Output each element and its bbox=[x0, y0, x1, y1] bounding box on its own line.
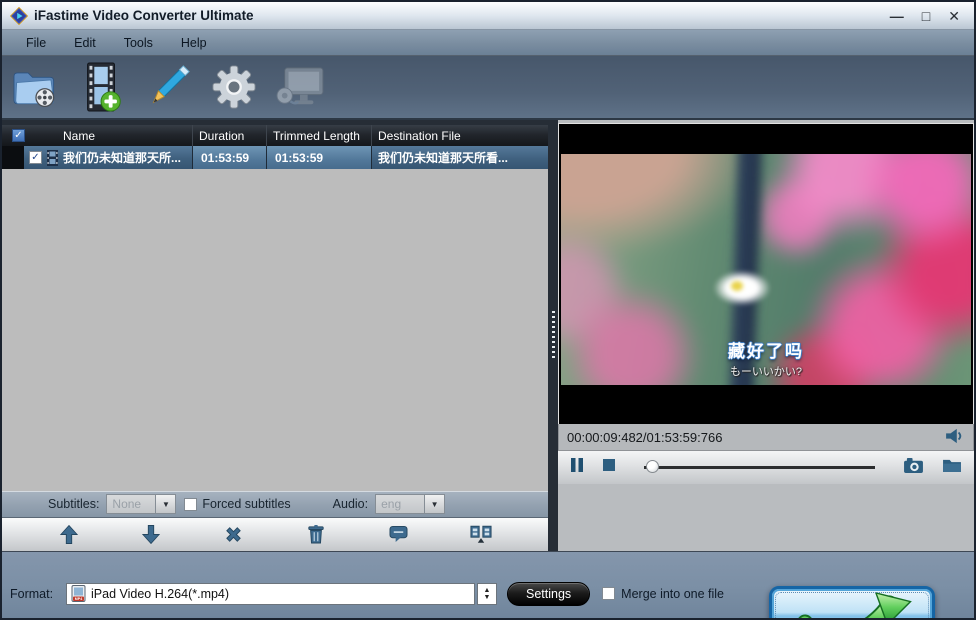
seek-slider-handle[interactable] bbox=[646, 460, 659, 473]
menu-help[interactable]: Help bbox=[167, 32, 221, 54]
forced-subtitles-label: Forced subtitles bbox=[202, 497, 290, 511]
seek-slider[interactable] bbox=[644, 466, 875, 469]
column-header-name[interactable]: Name bbox=[57, 125, 192, 146]
merge-label: Merge into one file bbox=[621, 587, 724, 601]
forced-subtitles-checkbox[interactable] bbox=[184, 498, 197, 511]
stop-button[interactable] bbox=[602, 458, 616, 477]
merge-clips-icon[interactable] bbox=[464, 521, 498, 547]
stream-to-device-icon[interactable] bbox=[274, 61, 326, 113]
format-row: Format: MP4 iPad Video H.264(*.mp4) ▲ ▼ … bbox=[10, 582, 724, 606]
format-stepper[interactable]: ▲ ▼ bbox=[477, 583, 497, 605]
format-select[interactable]: MP4 iPad Video H.264(*.mp4) bbox=[66, 583, 475, 605]
clear-list-trash-icon[interactable] bbox=[299, 521, 333, 547]
snapshot-camera-icon[interactable] bbox=[903, 457, 924, 479]
remove-file-icon[interactable] bbox=[217, 521, 251, 547]
open-snapshot-folder-icon[interactable] bbox=[942, 457, 962, 478]
add-video-icon[interactable] bbox=[76, 61, 128, 113]
row-name: 我们仍未知道那天所... bbox=[63, 149, 181, 166]
app-logo-icon bbox=[10, 7, 28, 25]
settings-gear-icon[interactable] bbox=[208, 61, 260, 113]
subtitle-audio-bar: Subtitles: None ▼ Forced subtitles Audio… bbox=[2, 491, 548, 518]
close-button[interactable]: ✕ bbox=[948, 9, 960, 23]
pane-splitter[interactable] bbox=[548, 120, 558, 551]
stepper-up-icon[interactable]: ▲ bbox=[484, 587, 491, 594]
video-frame: 藏好了吗 もーいいかい? bbox=[561, 154, 971, 385]
title-bar: iFastime Video Converter Ultimate — □ ✕ bbox=[2, 2, 974, 30]
splitter-grip-icon bbox=[552, 311, 555, 359]
column-header-trimmed-length[interactable]: Trimmed Length bbox=[266, 125, 371, 146]
row-destination: 我们仍未知道那天所看... bbox=[371, 146, 548, 169]
minimize-button[interactable]: — bbox=[890, 9, 904, 23]
audio-select[interactable]: eng bbox=[375, 494, 425, 514]
timecode: 00:00:09:482/01:53:59:766 bbox=[567, 430, 722, 445]
mp4-format-icon: MP4 bbox=[71, 585, 86, 602]
subtitles-select[interactable]: None bbox=[106, 494, 156, 514]
menu-edit[interactable]: Edit bbox=[60, 32, 110, 54]
maximize-button[interactable]: □ bbox=[922, 9, 930, 23]
video-subtitles: 藏好了吗 もーいいかい? bbox=[561, 337, 971, 379]
file-list-pane: ✓ Name Duration Trimmed Length Destinati… bbox=[2, 120, 548, 551]
main-area: ✓ Name Duration Trimmed Length Destinati… bbox=[2, 120, 974, 551]
volume-speaker-icon[interactable] bbox=[945, 428, 965, 447]
audio-label: Audio: bbox=[333, 497, 368, 511]
playback-time-bar: 00:00:09:482/01:53:59:766 bbox=[558, 424, 974, 451]
row-checkbox[interactable]: ✓ bbox=[29, 151, 42, 164]
convert-button-focus-ring bbox=[775, 592, 929, 620]
menu-tools[interactable]: Tools bbox=[110, 32, 167, 54]
subtitle-comment-icon[interactable] bbox=[381, 521, 415, 547]
main-toolbar bbox=[2, 56, 974, 120]
svg-text:MP4: MP4 bbox=[75, 597, 82, 601]
row-duration: 01:53:59 bbox=[192, 146, 266, 169]
window-title: iFastime Video Converter Ultimate bbox=[34, 8, 254, 23]
subtitle-text-secondary: もーいいかい? bbox=[561, 363, 971, 379]
edit-video-icon[interactable] bbox=[142, 61, 194, 113]
settings-button[interactable]: Settings bbox=[507, 582, 590, 606]
file-list-header: ✓ Name Duration Trimmed Length Destinati… bbox=[2, 125, 548, 146]
video-preview[interactable]: 藏好了吗 もーいいかい? bbox=[558, 123, 974, 424]
audio-dropdown-icon[interactable]: ▼ bbox=[425, 494, 445, 514]
conversion-panel: Format: MP4 iPad Video H.264(*.mp4) ▲ ▼ … bbox=[2, 551, 974, 619]
preview-pane: 藏好了吗 もーいいかい? 00:00:09:482/01:53:59:766 bbox=[558, 120, 974, 551]
window-controls: — □ ✕ bbox=[890, 9, 966, 23]
subtitles-dropdown-icon[interactable]: ▼ bbox=[156, 494, 176, 514]
file-list-empty-area bbox=[2, 169, 548, 491]
column-header-duration[interactable]: Duration bbox=[192, 125, 266, 146]
format-label: Format: bbox=[10, 587, 66, 601]
app-window: iFastime Video Converter Ultimate — □ ✕ … bbox=[0, 0, 976, 620]
subtitles-label: Subtitles: bbox=[48, 497, 99, 511]
column-header-destination-file[interactable]: Destination File bbox=[371, 125, 548, 146]
list-tools-bar bbox=[2, 518, 548, 551]
menu-file[interactable]: File bbox=[12, 32, 60, 54]
table-row[interactable]: ✓ 我们仍未知道那天所... 01:53:59 01:53:59 我 bbox=[2, 146, 548, 169]
menu-bar: File Edit Tools Help bbox=[2, 30, 974, 56]
convert-button[interactable] bbox=[769, 586, 935, 620]
stepper-down-icon[interactable]: ▼ bbox=[484, 594, 491, 601]
select-all-checkbox[interactable]: ✓ bbox=[12, 129, 25, 142]
load-files-icon[interactable] bbox=[10, 61, 62, 113]
move-up-icon[interactable] bbox=[52, 521, 86, 547]
format-value: iPad Video H.264(*.mp4) bbox=[91, 587, 229, 601]
video-file-icon bbox=[47, 150, 58, 166]
row-trimmed-length: 01:53:59 bbox=[266, 146, 371, 169]
playback-controls bbox=[558, 451, 974, 484]
pause-button[interactable] bbox=[570, 457, 584, 478]
merge-checkbox[interactable] bbox=[602, 587, 615, 600]
move-down-icon[interactable] bbox=[134, 521, 168, 547]
subtitle-text-main: 藏好了吗 bbox=[561, 337, 971, 362]
